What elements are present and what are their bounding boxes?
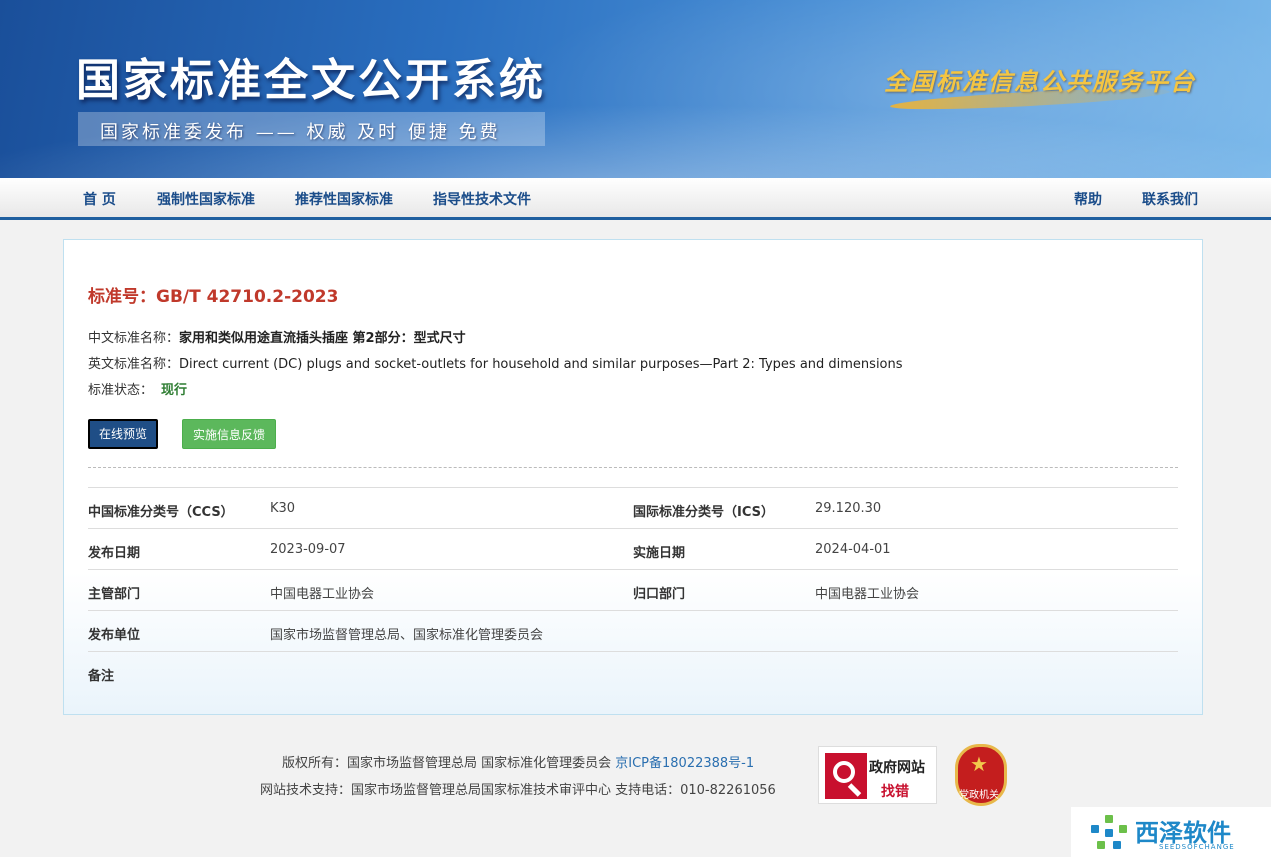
central-label: 归口部门 [633, 587, 686, 602]
nav-mandatory[interactable]: 强制性国家标准 [157, 189, 255, 209]
logo-dots-icon [1091, 815, 1127, 851]
details-table: 中国标准分类号（CCS） K30 国际标准分类号（ICS） 29.120.30 … [88, 487, 1178, 692]
nav-help[interactable]: 帮助 [1074, 189, 1102, 209]
site-banner: 国家标准全文公开系统 国家标准委发布 —— 权威 及时 便捷 免费 全国标准信息… [0, 0, 1271, 178]
cn-name-value: 家用和类似用途直流插头插座 第2部分：型式尺寸 [179, 331, 466, 346]
copyright-text: 版权所有：国家市场监督管理总局 国家标准化管理委员会 [282, 756, 616, 771]
standard-number-value: GB/T 42710.2-2023 [156, 287, 339, 307]
authority-value: 中国电器工业协会 [270, 587, 375, 602]
table-row: 发布日期 2023-09-07 实施日期 2024-04-01 [88, 528, 1178, 569]
support-line: 网站技术支持：国家市场监督管理总局国家标准技术审评中心 支持电话：010-822… [260, 783, 776, 798]
en-name-label: 英文标准名称： [88, 357, 180, 372]
nav-guidance[interactable]: 指导性技术文件 [433, 189, 531, 209]
standard-number-label: 标准号： [88, 287, 156, 307]
badge-find-sub: 找错 [881, 784, 909, 800]
dashed-divider [88, 467, 1178, 468]
status-label: 标准状态： [88, 383, 154, 398]
impl-date-value: 2024-04-01 [815, 542, 891, 557]
standard-number: 标准号：GB/T 42710.2-2023 [88, 282, 338, 307]
feedback-button[interactable]: 实施信息反馈 [182, 419, 276, 449]
standard-card: 标准号：GB/T 42710.2-2023 中文标准名称：家用和类似用途直流插头… [63, 239, 1203, 715]
status-badge: 现行 [161, 383, 188, 398]
cn-name-line: 中文标准名称：家用和类似用途直流插头插座 第2部分：型式尺寸 [88, 327, 466, 346]
table-row: 发布单位 国家市场监督管理总局、国家标准化管理委员会 [88, 610, 1178, 651]
issuer-label: 发布单位 [88, 628, 141, 643]
copyright-line: 版权所有：国家市场监督管理总局 国家标准化管理委员会 京ICP备18022388… [282, 752, 754, 771]
ics-value: 29.120.30 [815, 501, 882, 516]
tagline-box: 国家标准委发布 —— 权威 及时 便捷 免费 [78, 112, 545, 146]
icp-link[interactable]: 京ICP备18022388号-1 [615, 756, 754, 771]
en-name-line: 英文标准名称：Direct current (DC) plugs and soc… [88, 353, 903, 372]
cn-name-label: 中文标准名称： [88, 331, 180, 346]
en-name-value: Direct current (DC) plugs and socket-out… [179, 357, 903, 372]
ccs-value: K30 [270, 501, 296, 516]
badge-find-title: 政府网站 [869, 760, 925, 776]
ccs-label: 中国标准分类号（CCS） [88, 505, 234, 520]
authority-label: 主管部门 [88, 587, 141, 602]
table-row: 主管部门 中国电器工业协会 归口部门 中国电器工业协会 [88, 569, 1178, 610]
online-preview-button[interactable]: 在线预览 [88, 419, 158, 449]
ics-label: 国际标准分类号（ICS） [633, 505, 774, 520]
watermark-logo: 西泽软件 SEEDSOFCHANGE [1071, 807, 1271, 857]
publish-date-label: 发布日期 [88, 546, 141, 561]
emblem-icon: ★ [970, 752, 988, 776]
table-row: 备注 [88, 651, 1178, 692]
issuer-value: 国家市场监督管理总局、国家标准化管理委员会 [270, 628, 544, 643]
tagline: 国家标准委发布 —— 权威 及时 便捷 免费 [100, 122, 501, 143]
gov-find-error-badge[interactable]: 政府网站 找错 [818, 746, 937, 804]
site-title: 国家标准全文公开系统 [76, 55, 546, 106]
publish-date-value: 2023-09-07 [270, 542, 346, 557]
magnifier-icon [825, 753, 867, 799]
impl-date-label: 实施日期 [633, 546, 686, 561]
nav-home[interactable]: 首 页 [83, 189, 116, 209]
remark-label: 备注 [88, 669, 115, 684]
nav-contact[interactable]: 联系我们 [1142, 189, 1198, 209]
badge-party-text: 党政机关 [959, 790, 999, 801]
main-nav: 首 页 强制性国家标准 推荐性国家标准 指导性技术文件 帮助 联系我们 [0, 178, 1271, 220]
watermark-sub: SEEDSOFCHANGE [1159, 843, 1235, 851]
central-value: 中国电器工业协会 [815, 587, 920, 602]
party-gov-badge[interactable]: ★ 党政机关 [955, 744, 1007, 806]
nav-recommended[interactable]: 推荐性国家标准 [295, 189, 393, 209]
status-line: 标准状态： 现行 [88, 379, 187, 398]
table-row: 中国标准分类号（CCS） K30 国际标准分类号（ICS） 29.120.30 [88, 487, 1178, 528]
